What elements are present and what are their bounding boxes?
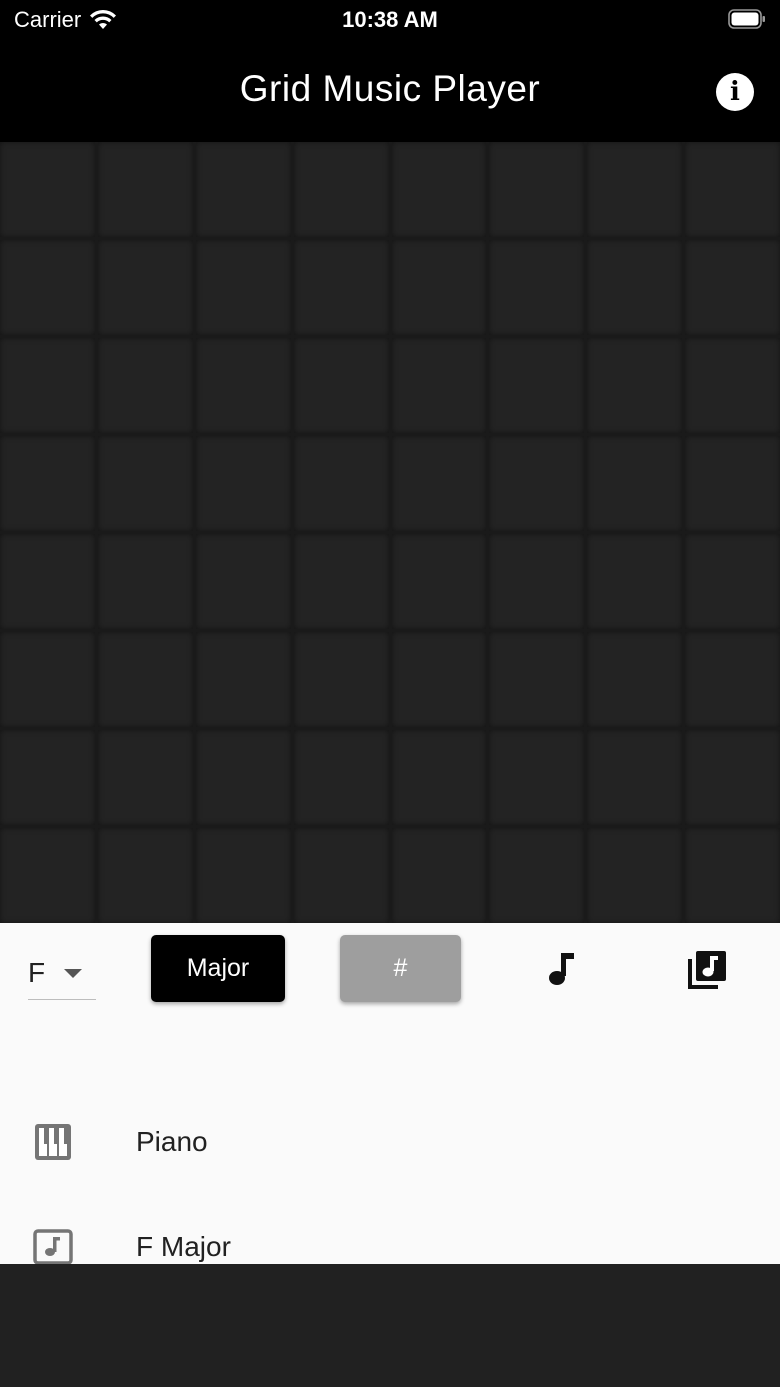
grid-cell[interactable] bbox=[97, 240, 193, 335]
grid-cell[interactable] bbox=[587, 338, 683, 433]
grid-cell[interactable] bbox=[685, 828, 780, 923]
grid-cell[interactable] bbox=[195, 240, 291, 335]
grid-cell[interactable] bbox=[195, 142, 291, 237]
grid-cell[interactable] bbox=[685, 338, 780, 433]
key-dropdown[interactable]: F bbox=[28, 951, 96, 1000]
control-panel: F Major # Piano F Major bbox=[0, 923, 780, 1265]
grid-cell[interactable] bbox=[685, 534, 780, 629]
grid-cell[interactable] bbox=[195, 534, 291, 629]
list-item-label: F Major bbox=[136, 1231, 231, 1262]
grid-cell[interactable] bbox=[587, 828, 683, 923]
dropdown-caret-icon bbox=[64, 969, 82, 978]
grid-cell[interactable] bbox=[391, 338, 487, 433]
app-bar: Grid Music Player i bbox=[0, 42, 780, 142]
grid-cell[interactable] bbox=[489, 730, 585, 825]
grid-cell[interactable] bbox=[0, 632, 95, 727]
grid-cell[interactable] bbox=[97, 142, 193, 237]
grid-cell[interactable] bbox=[293, 534, 389, 629]
grid-cell[interactable] bbox=[0, 240, 95, 335]
grid-cell[interactable] bbox=[97, 632, 193, 727]
grid-cell[interactable] bbox=[489, 436, 585, 531]
info-button[interactable]: i bbox=[716, 73, 754, 111]
sharp-button[interactable]: # bbox=[340, 935, 461, 1002]
list-item-instrument[interactable]: Piano bbox=[0, 1113, 780, 1173]
app-screen: Carrier 10:38 AM Grid Music Player i F M… bbox=[0, 0, 780, 1387]
grid-cell[interactable] bbox=[0, 828, 95, 923]
grid-cell[interactable] bbox=[0, 338, 95, 433]
battery-icon bbox=[728, 9, 765, 29]
grid-cell[interactable] bbox=[391, 142, 487, 237]
music-grid bbox=[0, 142, 780, 923]
list-item-label: Piano bbox=[136, 1126, 208, 1157]
grid-cell[interactable] bbox=[195, 730, 291, 825]
grid-cell[interactable] bbox=[587, 240, 683, 335]
app-title: Grid Music Player bbox=[239, 68, 541, 109]
piano-icon bbox=[35, 1124, 71, 1160]
grid-cell[interactable] bbox=[293, 142, 389, 237]
grid-cell[interactable] bbox=[685, 240, 780, 335]
music-box-icon bbox=[33, 1229, 73, 1265]
grid-cell[interactable] bbox=[195, 338, 291, 433]
grid-cell[interactable] bbox=[97, 338, 193, 433]
grid-cell[interactable] bbox=[0, 730, 95, 825]
grid-cell[interactable] bbox=[391, 534, 487, 629]
grid-cell[interactable] bbox=[293, 730, 389, 825]
grid-cell[interactable] bbox=[685, 730, 780, 825]
grid-cell[interactable] bbox=[489, 142, 585, 237]
grid-cell[interactable] bbox=[97, 436, 193, 531]
grid-cell[interactable] bbox=[587, 436, 683, 531]
grid-cell[interactable] bbox=[489, 240, 585, 335]
grid-cell[interactable] bbox=[195, 436, 291, 531]
grid-cell[interactable] bbox=[97, 534, 193, 629]
grid-cell[interactable] bbox=[391, 730, 487, 825]
grid-cell[interactable] bbox=[97, 828, 193, 923]
grid-cell[interactable] bbox=[489, 534, 585, 629]
grid-cell[interactable] bbox=[587, 632, 683, 727]
grid-cell[interactable] bbox=[293, 828, 389, 923]
grid-cell[interactable] bbox=[195, 632, 291, 727]
grid-cell[interactable] bbox=[685, 436, 780, 531]
grid-cell[interactable] bbox=[685, 632, 780, 727]
grid-cell[interactable] bbox=[391, 436, 487, 531]
grid-cell[interactable] bbox=[391, 240, 487, 335]
grid-cell[interactable] bbox=[0, 142, 95, 237]
info-icon: i bbox=[730, 77, 740, 107]
grid-cell[interactable] bbox=[587, 730, 683, 825]
grid-cell[interactable] bbox=[391, 632, 487, 727]
key-dropdown-value: F bbox=[28, 957, 46, 988]
grid-cell[interactable] bbox=[293, 632, 389, 727]
music-note-icon[interactable] bbox=[540, 947, 584, 991]
grid-cell[interactable] bbox=[0, 534, 95, 629]
grid-cell[interactable] bbox=[97, 730, 193, 825]
grid-cell[interactable] bbox=[0, 436, 95, 531]
status-bar: Carrier 10:38 AM bbox=[0, 0, 780, 42]
grid-cell[interactable] bbox=[489, 632, 585, 727]
grid-cell[interactable] bbox=[685, 142, 780, 237]
grid-cell[interactable] bbox=[293, 338, 389, 433]
grid-cell[interactable] bbox=[489, 828, 585, 923]
status-time: 10:38 AM bbox=[342, 7, 438, 32]
grid-cell[interactable] bbox=[587, 142, 683, 237]
grid-cell[interactable] bbox=[489, 338, 585, 433]
scale-type-button[interactable]: Major bbox=[151, 935, 285, 1002]
grid-cell[interactable] bbox=[391, 828, 487, 923]
grid-cell[interactable] bbox=[587, 534, 683, 629]
grid-cell[interactable] bbox=[293, 240, 389, 335]
music-library-icon[interactable] bbox=[684, 947, 730, 993]
grid-cell[interactable] bbox=[293, 436, 389, 531]
grid-cell[interactable] bbox=[195, 828, 291, 923]
bottom-area bbox=[0, 1264, 780, 1387]
